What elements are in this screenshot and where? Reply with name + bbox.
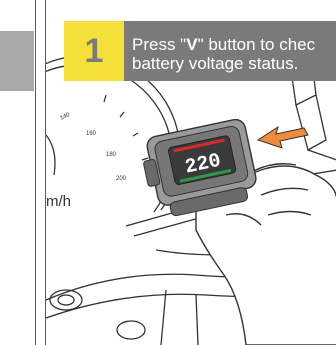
- instruction-line-2: battery voltage status.: [132, 54, 299, 73]
- speedo-tick-200: 200: [116, 176, 127, 182]
- speedo-tick-160: 160: [86, 131, 97, 137]
- step-card: 140 160 180 200 m/h 220 1 Press "V" butt…: [45, 0, 336, 345]
- previous-step-banner-edge: [0, 31, 34, 91]
- speedo-tick-180: 180: [106, 152, 117, 158]
- instruction-line-1: Press "V" button to chec: [132, 35, 336, 54]
- instruction-line-1-start: Press ": [132, 35, 187, 54]
- speedo-tick-140: 140: [59, 112, 71, 122]
- press-arrow-icon: [256, 125, 309, 149]
- v-button-symbol: V: [186, 35, 198, 54]
- speedo-unit: m/h: [46, 193, 71, 210]
- step-number: 1: [84, 31, 104, 70]
- step-instruction-text: Press "V" button to chec battery voltage…: [132, 35, 336, 73]
- step-number-badge: 1: [64, 21, 124, 81]
- instruction-line-1-end: " button to chec: [197, 35, 316, 54]
- step-instruction-banner: 1 Press "V" button to chec battery volta…: [64, 21, 336, 81]
- previous-step-panel: [0, 0, 36, 345]
